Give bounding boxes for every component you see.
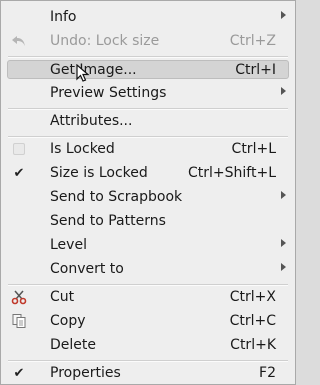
menu-item-level[interactable]: Level [1, 234, 295, 256]
menu-item-copy[interactable]: Copy Ctrl+C [1, 310, 295, 332]
mouse-pointer-icon [76, 63, 90, 88]
menu-item-label: Size is Locked [50, 165, 148, 181]
scissors-icon [11, 289, 27, 305]
submenu-arrow-icon [281, 191, 286, 199]
checkmark-icon: ✔ [13, 165, 25, 181]
menu-item-get-image[interactable]: Get Image... Ctrl+I [7, 60, 289, 79]
submenu-arrow-icon [281, 263, 286, 271]
menu-item-label: Copy [50, 313, 86, 329]
checkmark-icon: ✔ [13, 365, 25, 381]
menu-item-label: Send to Scrapbook [50, 189, 183, 205]
menu-item-shortcut: Ctrl+I [235, 61, 276, 78]
menu-item-label: Get Image... [50, 61, 137, 78]
menu-item-preview-settings[interactable]: Preview Settings [1, 82, 295, 104]
submenu-arrow-icon [281, 239, 286, 247]
menu-item-label: Delete [50, 337, 96, 353]
menu-item-label: Convert to [50, 261, 124, 277]
menu-item-is-locked[interactable]: Is Locked Ctrl+L [1, 138, 295, 160]
menu-item-properties[interactable]: ✔ Properties F2 [1, 362, 295, 384]
menu-item-label: Level [50, 237, 87, 253]
menu-item-label: Info [50, 9, 77, 25]
menu-item-size-is-locked[interactable]: ✔ Size is Locked Ctrl+Shift+L [1, 162, 295, 184]
menu-item-label: Undo: Lock size [50, 33, 160, 49]
menu-item-shortcut: Ctrl+C [229, 313, 276, 329]
menu-item-info[interactable]: Info [1, 6, 295, 28]
context-menu: Info Undo: Lock size Ctrl+Z Get Image...… [0, 0, 296, 385]
checkbox-unchecked-icon [11, 141, 27, 157]
menu-item-shortcut: Ctrl+X [229, 289, 276, 305]
menu-item-label: Attributes... [50, 113, 133, 129]
menu-item-label: Is Locked [50, 141, 115, 157]
menu-item-undo[interactable]: Undo: Lock size Ctrl+Z [1, 30, 295, 52]
menu-item-shortcut: Ctrl+L [231, 141, 276, 157]
submenu-arrow-icon [281, 11, 286, 19]
menu-separator [8, 56, 288, 58]
menu-item-shortcut: Ctrl+Shift+L [188, 165, 276, 181]
menu-item-label: Preview Settings [50, 85, 167, 101]
menu-item-label: Cut [50, 289, 75, 305]
undo-icon [11, 33, 27, 49]
submenu-arrow-icon [281, 87, 286, 95]
menu-item-cut[interactable]: Cut Ctrl+X [1, 286, 295, 308]
menu-item-shortcut: F2 [259, 365, 276, 381]
menu-item-convert-to[interactable]: Convert to [1, 258, 295, 280]
menu-item-send-to-scrapbook[interactable]: Send to Scrapbook [1, 186, 295, 208]
menu-item-send-to-patterns[interactable]: Send to Patterns [1, 210, 295, 232]
menu-item-attributes[interactable]: Attributes... [1, 110, 295, 132]
menu-item-label: Properties [50, 365, 121, 381]
menu-item-shortcut: Ctrl+K [230, 337, 276, 353]
menu-item-label: Send to Patterns [50, 213, 166, 229]
copy-icon [11, 313, 27, 329]
menu-item-delete[interactable]: Delete Ctrl+K [1, 334, 295, 356]
menu-item-shortcut: Ctrl+Z [229, 33, 276, 49]
